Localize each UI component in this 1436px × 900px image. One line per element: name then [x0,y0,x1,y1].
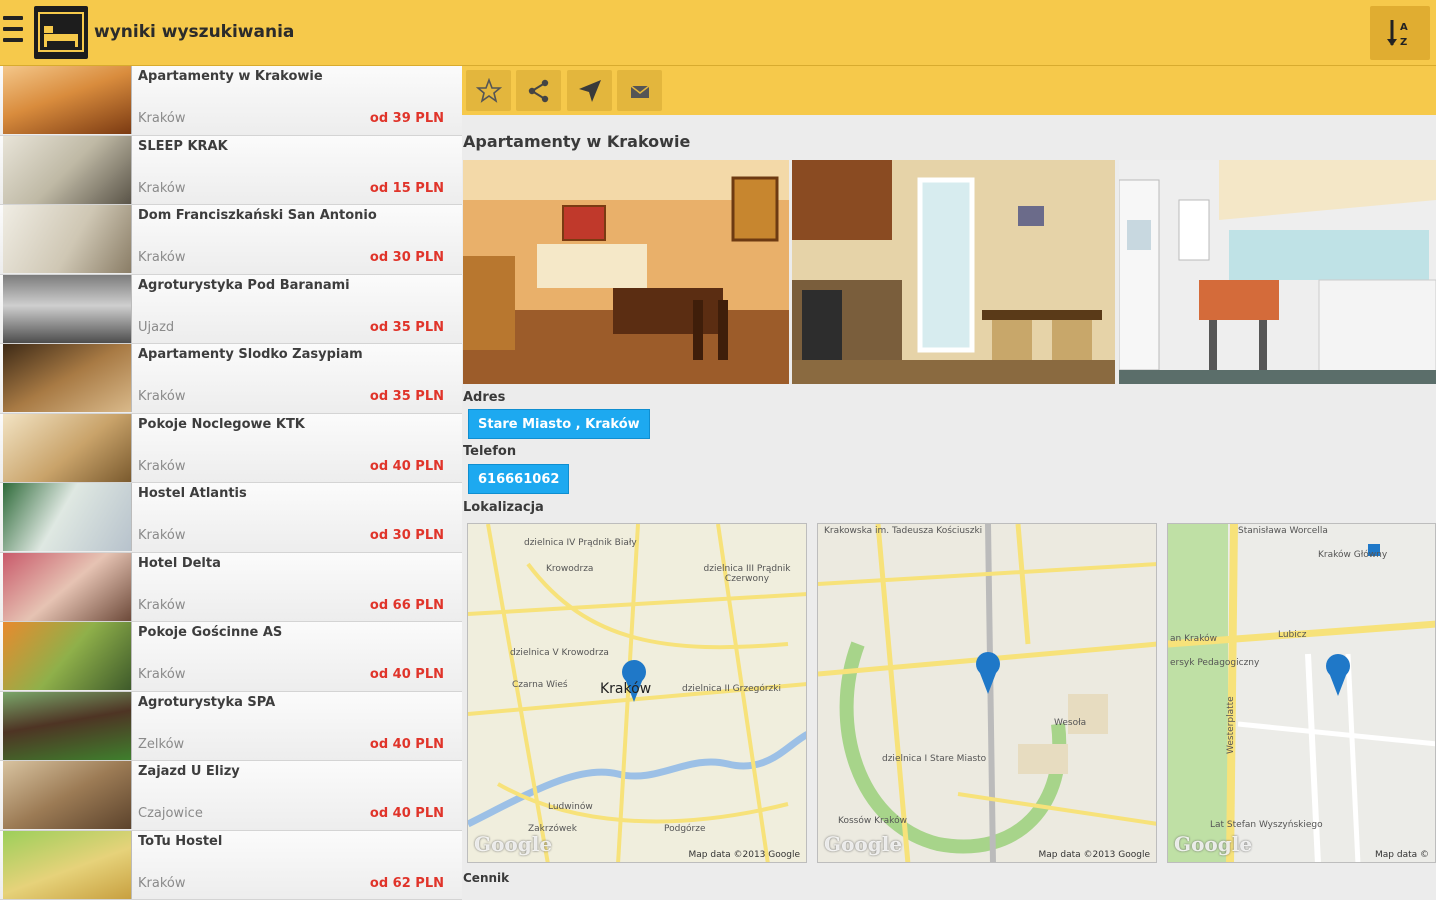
google-logo: Google [474,832,553,856]
item-price: od 35 PLN [369,319,444,335]
thumbnail [3,135,132,204]
detail-pane: Apartamenty w Krakowie Adres Stare Miast… [462,66,1436,900]
item-city: Ujazd [138,319,175,335]
item-name: Hostel Atlantis [138,486,247,501]
item-name: Pokoje Noclegowe KTK [138,416,305,432]
item-city: Kraków [138,875,186,891]
thumbnail [3,274,132,343]
navigate-icon [579,80,601,102]
thumbnail [3,344,132,412]
thumbnail [3,761,132,829]
address-chip[interactable]: Stare Miasto , Kraków [468,409,650,439]
item-name: Apartamenty Slodko Zasypiam [138,347,363,362]
item-price: od 40 PLN [369,458,444,474]
phone-chip[interactable]: 616661062 [468,464,570,494]
list-item[interactable]: Apartamenty w Krakowie Kraków od 39 PLN [0,66,462,136]
navigate-button[interactable] [567,70,612,111]
item-name: Apartamenty w Krakowie [138,69,323,84]
photo-living-room[interactable] [463,160,789,384]
results-list[interactable]: Apartamenty w Krakowie Kraków od 39 PLN … [0,66,462,900]
item-city: Kraków [138,111,186,126]
item-price: od 40 PLN [369,806,444,821]
item-price: od 30 PLN [369,250,444,265]
map-attribution: Map data ©2013 Google [1038,850,1151,860]
list-item[interactable]: Hostel Atlantis Kraków od 30 PLN [0,483,462,553]
list-item[interactable]: Pokoje Noclegowe KTK Kraków od 40 PLN [0,413,462,483]
item-name: ToTu Hostel [138,833,223,849]
thumbnail [3,552,132,621]
list-item[interactable]: Zajazd U Elizy Czajowice od 40 PLN [0,761,462,831]
map-street[interactable]: Stanisława Worcella Kraków Główny an Kra… [1167,523,1436,863]
photo-kitchen-2[interactable] [1119,160,1436,384]
share-button[interactable] [516,70,561,111]
map-city[interactable]: dzielnica IV Prądnik Biały Krowodrza dzi… [467,523,807,863]
price-list-label: Cennik [463,871,510,885]
mail-button[interactable] [617,70,662,111]
mail-icon [630,85,650,98]
item-price: od 62 PLN [369,875,444,891]
page-title: wyniki wyszukiwania [94,22,295,42]
item-price: od 39 PLN [369,111,444,126]
thumbnail [3,205,132,273]
svg-text:Z: Z [1400,37,1407,48]
location-label: Lokalizacja [463,500,544,515]
google-logo: Google [1174,832,1253,856]
list-item[interactable]: ToTu Hostel Kraków od 62 PLN [0,830,462,900]
item-city: Kraków [138,597,186,613]
share-icon [528,79,549,103]
sort-az-icon: A Z [1387,20,1408,48]
item-price: od 35 PLN [369,389,444,404]
list-item[interactable]: Hotel Delta Kraków od 66 PLN [0,552,462,622]
item-city: Kraków [138,528,186,543]
list-item[interactable]: Apartamenty Slodko Zasypiam Kraków od 35… [0,344,462,414]
item-price: od 40 PLN [369,667,444,682]
item-name: Hotel Delta [138,555,221,571]
thumbnail [3,66,132,134]
thumbnail [3,413,132,482]
item-name: SLEEP KRAK [138,138,228,154]
item-price: od 40 PLN [369,736,444,752]
map-attribution: Map data ©2013 Google [688,850,801,860]
list-item[interactable]: Dom Franciszkański San Antonio Kraków od… [0,205,462,275]
item-price: od 66 PLN [369,597,444,613]
item-name: Zajazd U Elizy [138,764,240,779]
list-item[interactable]: Agroturystyka SPA Zelków od 40 PLN [0,691,462,761]
item-city: Kraków [138,250,186,265]
item-city: Kraków [138,667,186,682]
item-name: Agroturystyka SPA [138,694,276,710]
item-price: od 30 PLN [369,528,444,543]
phone-label: Telefon [463,444,517,459]
item-name: Agroturystyka Pod Baranami [138,277,350,293]
detail-toolbar [462,66,1436,115]
app-bar: wyniki wyszukiwania A Z [0,0,1436,66]
item-price: od 15 PLN [369,180,444,196]
list-item[interactable]: Agroturystyka Pod Baranami Ujazd od 35 P… [0,274,462,344]
item-city: Zelków [138,736,185,752]
item-city: Kraków [138,389,186,404]
detail-title: Apartamenty w Krakowie [463,132,691,151]
favorite-button[interactable] [466,70,511,111]
bed-icon[interactable] [34,6,88,59]
thumbnail [3,622,132,690]
svg-text:A: A [1400,22,1408,33]
thumbnail [3,691,132,760]
item-city: Kraków [138,458,186,474]
item-name: Pokoje Gościnne AS [138,625,283,640]
item-city: Czajowice [138,806,203,821]
star-icon [476,78,502,103]
item-city: Kraków [138,180,186,196]
map-district[interactable]: Krakowska im. Tadeusza Kościuszki Wesoła… [817,523,1157,863]
photo-kitchen[interactable] [792,160,1115,384]
google-logo: Google [824,832,903,856]
address-label: Adres [463,390,506,405]
item-name: Dom Franciszkański San Antonio [138,208,377,223]
map-attribution: Map data © [1375,850,1429,860]
list-item[interactable]: SLEEP KRAK Kraków od 15 PLN [0,135,462,205]
hamburger-icon[interactable] [3,16,23,50]
thumbnail [3,483,132,551]
thumbnail [3,830,132,899]
list-item[interactable]: Pokoje Gościnne AS Kraków od 40 PLN [0,622,462,692]
sort-button[interactable]: A Z [1370,6,1430,60]
